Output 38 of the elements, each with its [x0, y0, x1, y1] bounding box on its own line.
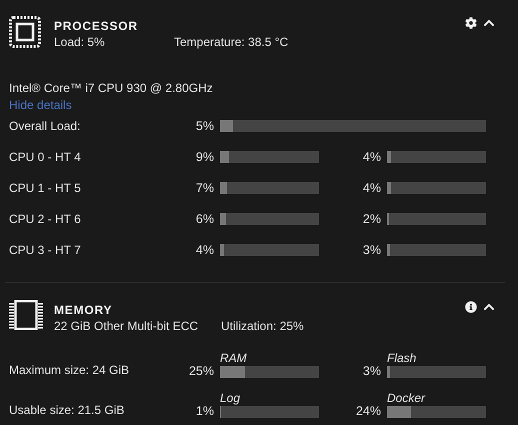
- processor-chip-icon: [9, 16, 41, 48]
- load-percent: 9%: [194, 150, 214, 164]
- cpu-label: CPU 3 - HT 7: [9, 242, 82, 258]
- load-percent: 7%: [194, 181, 214, 195]
- temperature-text: Temperature: 38.5 °C: [174, 34, 288, 50]
- gauge-label: Flash: [387, 351, 418, 366]
- section-title: MEMORY: [54, 302, 114, 318]
- load-percent: 5%: [194, 119, 214, 133]
- memory-size-label: Usable size: 21.5 GiB: [9, 402, 126, 418]
- section-title: PROCESSOR: [54, 18, 139, 34]
- memory-module-icon: [9, 300, 43, 330]
- load-text: Load: 5%: [54, 34, 106, 50]
- usage-percent: 25%: [188, 364, 214, 378]
- gauge-label: RAM: [220, 351, 248, 366]
- load-percent: 6%: [194, 212, 214, 226]
- settings-icon[interactable]: [465, 17, 477, 29]
- info-icon[interactable]: [465, 301, 477, 313]
- collapse-icon[interactable]: [483, 17, 495, 29]
- load-percent: 4%: [194, 243, 214, 257]
- load-percent: 3%: [362, 243, 381, 257]
- utilization-text: Utilization: 25%: [221, 318, 304, 334]
- usage-percent: 24%: [354, 404, 381, 418]
- cpu-label: CPU 0 - HT 4: [9, 149, 82, 165]
- overall-load-label: Overall Load:: [9, 118, 82, 134]
- hide-details-link[interactable]: Hide details: [9, 97, 495, 114]
- memory-summary-text: 22 GiB Other Multi-bit ECC: [54, 318, 200, 334]
- usage-percent: 1%: [194, 404, 214, 418]
- cpu-model-text: Intel® Core™ i7 CPU 930 @ 2.80GHz: [9, 80, 214, 97]
- load-percent: 2%: [362, 212, 381, 226]
- usage-percent: 3%: [362, 364, 381, 378]
- cpu-label: CPU 1 - HT 5: [9, 180, 82, 196]
- memory-size-label: Maximum size: 24 GiB: [9, 362, 130, 378]
- cpu-label: CPU 2 - HT 6: [9, 211, 82, 227]
- gauge-label: Log: [220, 391, 242, 406]
- collapse-icon[interactable]: [483, 301, 495, 313]
- load-percent: 4%: [362, 150, 381, 164]
- gauge-label: Docker: [387, 391, 426, 406]
- load-percent: 4%: [362, 181, 381, 195]
